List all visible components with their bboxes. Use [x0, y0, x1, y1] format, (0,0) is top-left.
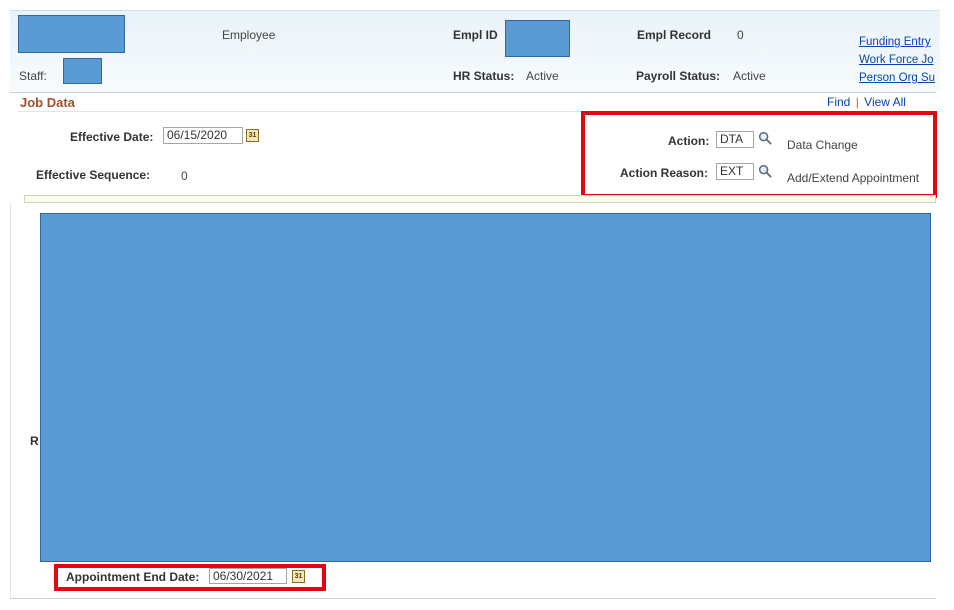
action-reason-lookup-magnifier-icon[interactable]	[758, 164, 773, 179]
empl-id-redacted	[505, 20, 570, 57]
nav-divider: |	[855, 95, 859, 109]
action-description: Data Change	[787, 138, 858, 152]
payroll-status-value: Active	[733, 69, 766, 83]
payroll-status-label: Payroll Status:	[636, 69, 721, 83]
header-divider	[10, 92, 936, 93]
hr-status-label: HR Status:	[453, 69, 515, 83]
effective-sequence-value: 0	[181, 169, 188, 183]
find-link[interactable]: Find	[827, 95, 850, 109]
effective-date-input[interactable]: 06/15/2020	[163, 127, 243, 144]
staff-label: Staff:	[19, 69, 47, 83]
hr-status-value: Active	[526, 69, 559, 83]
action-reason-description: Add/Extend Appointment	[787, 171, 920, 185]
partial-label: R	[30, 434, 39, 448]
action-lookup-magnifier-icon[interactable]	[758, 131, 773, 146]
section-title: Job Data	[20, 95, 75, 110]
calendar-icon[interactable]: 31	[292, 570, 305, 583]
appointment-end-date-input[interactable]: 06/30/2021	[209, 568, 287, 584]
action-label: Action:	[668, 134, 710, 148]
redacted-content-block	[40, 213, 931, 562]
effective-sequence-label: Effective Sequence:	[36, 168, 151, 182]
empl-id-label: Empl ID	[453, 28, 498, 42]
person-org-summary-link[interactable]: Person Org Su	[859, 69, 938, 87]
appointment-end-date-label: Appointment End Date:	[66, 570, 200, 584]
header-links: Funding Entry Work Force Jo Person Org S…	[859, 33, 938, 87]
action-reason-label: Action Reason:	[620, 166, 709, 180]
action-input[interactable]: DTA	[716, 131, 754, 148]
section-nav: Find | View All	[827, 95, 906, 109]
empl-record-value: 0	[737, 28, 744, 42]
action-reason-input[interactable]: EXT	[716, 163, 754, 180]
left-border	[10, 203, 11, 598]
empl-record-label: Empl Record	[637, 28, 712, 42]
footer-divider	[10, 598, 936, 599]
effective-date-label: Effective Date:	[70, 130, 154, 144]
staff-redacted	[63, 58, 102, 84]
calendar-icon[interactable]: 31	[246, 129, 259, 142]
work-force-job-link[interactable]: Work Force Jo	[859, 51, 938, 69]
employee-label: Employee	[222, 28, 276, 42]
section-separator	[24, 195, 936, 203]
view-all-link[interactable]: View All	[864, 95, 906, 109]
employee-name-redacted	[18, 15, 125, 53]
funding-entry-link[interactable]: Funding Entry	[859, 33, 938, 51]
